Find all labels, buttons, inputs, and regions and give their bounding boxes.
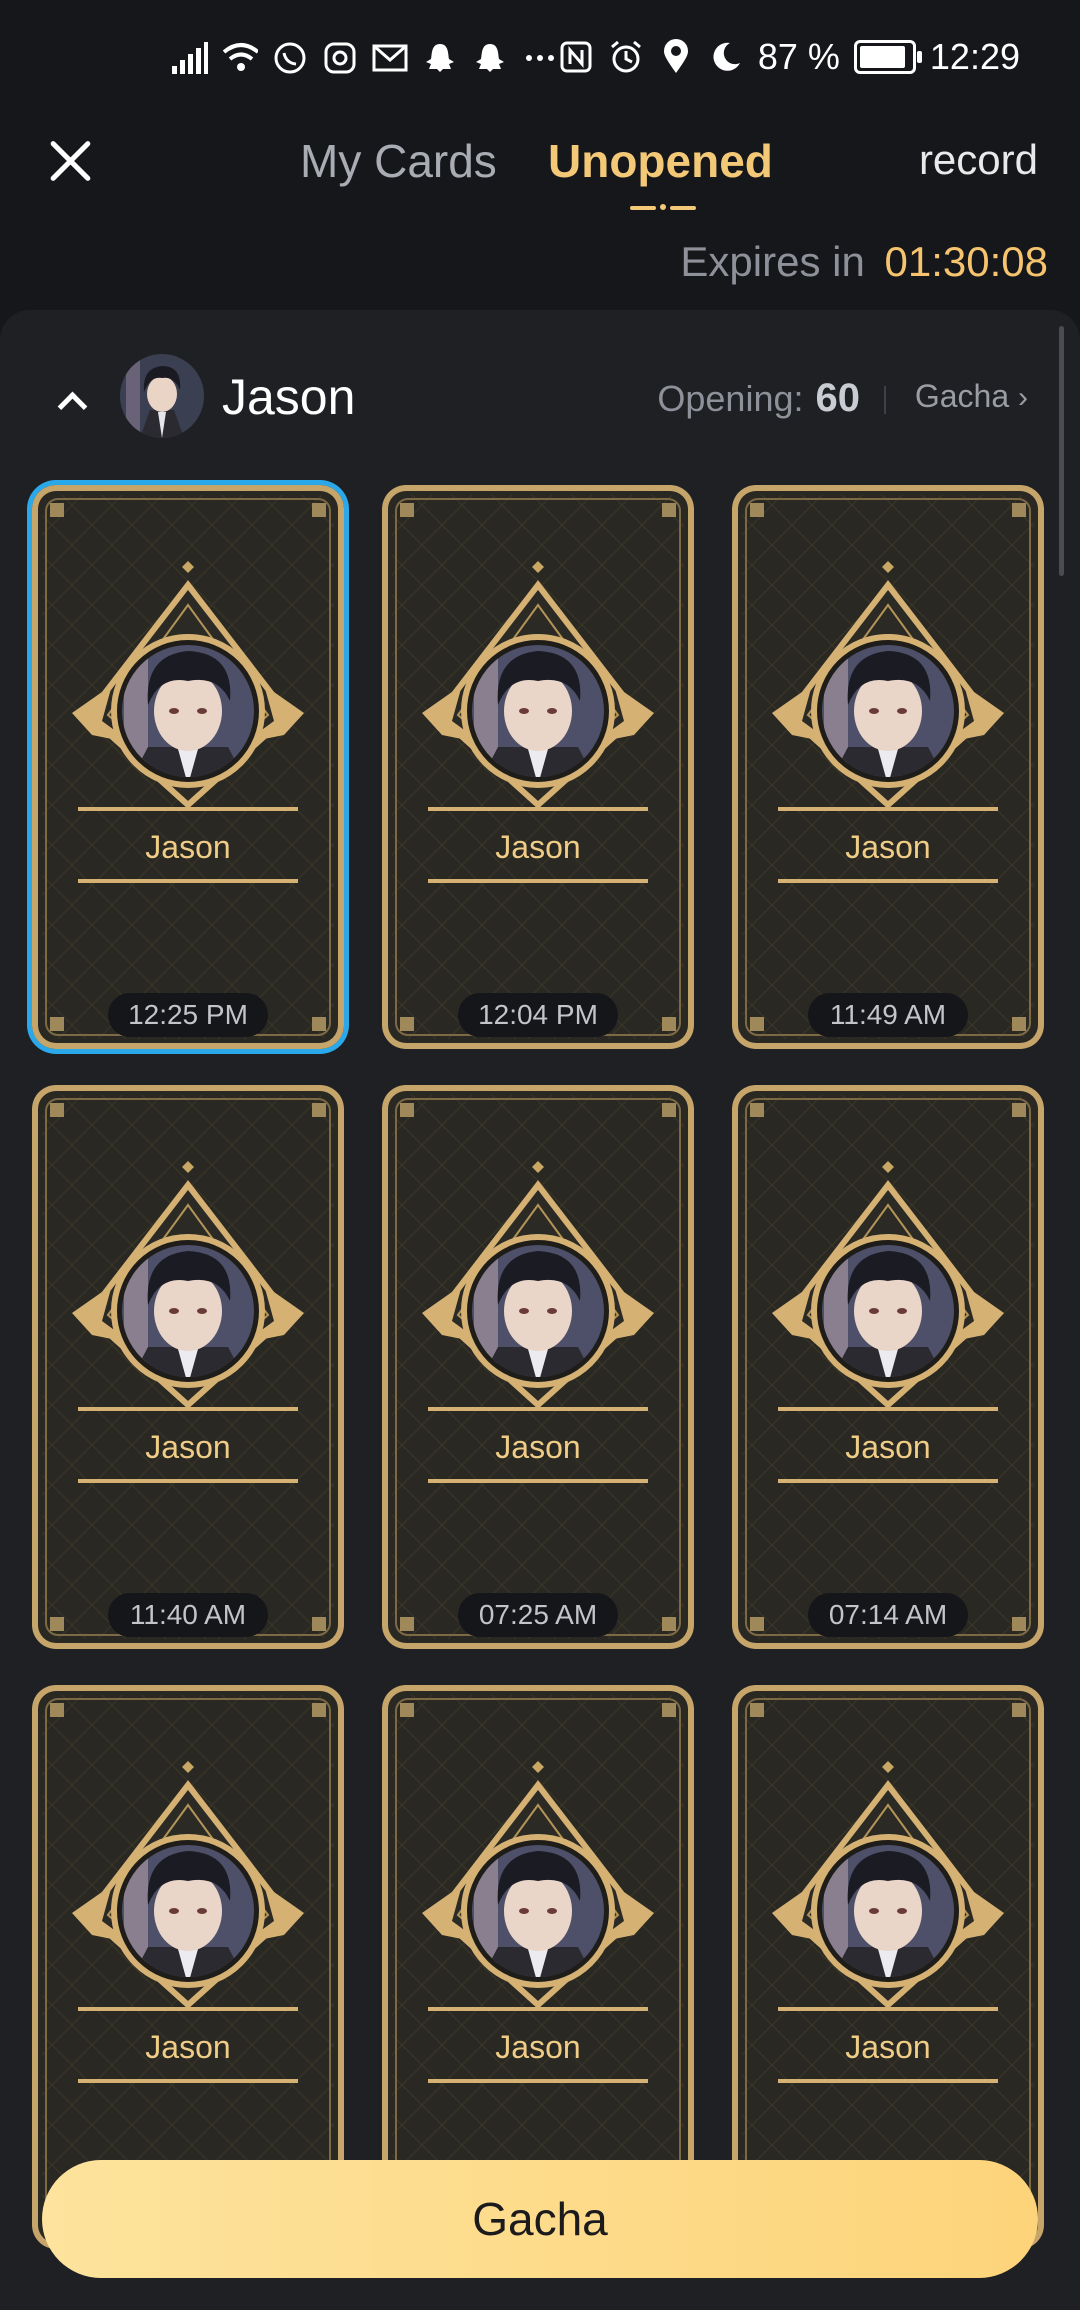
tab-unopened[interactable]: Unopened: [548, 134, 773, 188]
moon-icon: [708, 39, 744, 75]
divider: [884, 386, 886, 414]
clock: 12:29: [929, 36, 1020, 77]
card-name: Jason: [145, 2029, 231, 2065]
snapchat-icon: [472, 40, 508, 76]
card-time: 11:40 AM: [108, 1593, 268, 1637]
card-time: 12:04 PM: [458, 993, 618, 1037]
mail-icon: [372, 40, 408, 76]
card-time: 07:25 AM: [458, 1593, 618, 1637]
opening-number: 60: [815, 376, 861, 420]
expires-countdown: Expires in 01:30:08: [680, 238, 1048, 286]
card-time: 12:25 PM: [108, 993, 268, 1037]
location-icon: [658, 39, 694, 75]
expires-label: Expires in: [680, 238, 865, 285]
status-right: 87 % 12:29: [558, 36, 1020, 78]
card-name: Jason: [145, 1429, 231, 1465]
card-name: Jason: [495, 829, 581, 865]
battery-icon: [853, 40, 922, 74]
opening-label: Opening:: [657, 378, 804, 419]
more-icon: [522, 40, 558, 76]
card-name: Jason: [145, 829, 231, 865]
wifi-icon: [222, 40, 258, 76]
instagram-icon: [322, 40, 358, 76]
card-time: 07:14 AM: [808, 1593, 968, 1637]
card-item[interactable]: Jason 12:25 PM: [32, 485, 344, 1049]
chevron-up-icon[interactable]: [58, 388, 82, 412]
opening-count: Opening: 60: [657, 376, 860, 421]
card-name: Jason: [495, 1429, 581, 1465]
gacha-button[interactable]: Gacha: [42, 2160, 1038, 2278]
top-bar: My Cards Unopened record Expires in 01:3…: [0, 120, 1080, 285]
card-item[interactable]: Jason 07:14 AM: [732, 1085, 1044, 1649]
alarm-icon: [608, 39, 644, 75]
card-name: Jason: [845, 1429, 931, 1465]
card-time: 11:49 AM: [808, 993, 968, 1037]
card-name: Jason: [495, 2029, 581, 2065]
whatsapp-icon: [272, 40, 308, 76]
close-icon[interactable]: [44, 134, 98, 188]
snapchat-icon: [422, 40, 458, 76]
character-name: Jason: [222, 369, 356, 425]
signal-icon: [172, 40, 208, 76]
tab-my-cards[interactable]: My Cards: [300, 134, 497, 188]
avatar: [120, 354, 204, 438]
card-name: Jason: [845, 829, 931, 865]
card-item[interactable]: Jason 11:49 AM: [732, 485, 1044, 1049]
status-icons: [172, 40, 558, 76]
record-link[interactable]: record: [919, 136, 1038, 184]
character-group-header: Jason Opening: 60 Gacha ›: [0, 310, 1080, 480]
gacha-link-label: Gacha: [914, 378, 1010, 414]
gacha-link[interactable]: Gacha ›: [915, 378, 1028, 415]
card-item[interactable]: Jason 11:40 AM: [32, 1085, 344, 1649]
battery-percent: 87 %: [757, 36, 840, 77]
active-tab-indicator: [630, 204, 696, 212]
chevron-right-icon: ›: [1018, 381, 1028, 414]
card-item[interactable]: Jason 12:04 PM: [382, 485, 694, 1049]
expires-time: 01:30:08: [884, 238, 1049, 285]
nfc-icon: [558, 39, 594, 75]
status-bar: 87 % 12:29: [0, 0, 1080, 120]
card-name: Jason: [845, 2029, 931, 2065]
card-item[interactable]: Jason 07:25 AM: [382, 1085, 694, 1649]
